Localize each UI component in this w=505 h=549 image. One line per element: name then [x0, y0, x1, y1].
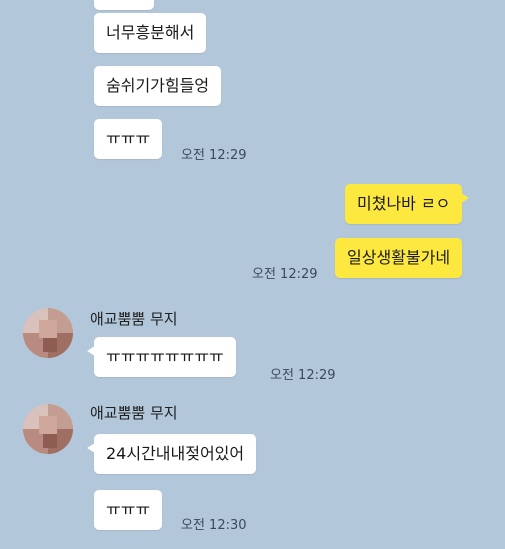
- chat-area: 너무흥분해서 숨쉬기가힘들엉 ㅠㅠㅠ 오전 12:29 미쳤나바 ㄹㅇ 일상생활…: [0, 0, 505, 549]
- message-text: ㅠㅠㅠㅠㅠㅠㅠㅠ: [106, 347, 224, 366]
- message-text: ㅠㅠㅠ: [106, 129, 151, 148]
- sender-name: 애교뿜뿜 무지: [90, 310, 178, 328]
- message-time: 오전 12:30: [181, 518, 247, 533]
- message-text: 미쳤나바 ㄹㅇ: [357, 194, 451, 213]
- message-time: 오전 12:29: [252, 267, 318, 282]
- message-text: 너무흥분해서: [106, 23, 195, 42]
- my-message-bubble: 일상생활불가네: [335, 238, 463, 278]
- message-bubble: ㅠㅠㅠ: [94, 490, 163, 530]
- message-bubble: 너무흥분해서: [94, 13, 207, 53]
- message-bubble: 숨쉬기가힘들엉: [94, 66, 222, 106]
- message-bubble: ㅠㅠㅠ: [94, 119, 163, 159]
- profile-avatar-icon[interactable]: [23, 308, 73, 358]
- message-time: 오전 12:29: [181, 148, 247, 163]
- profile-avatar-icon[interactable]: [23, 404, 73, 454]
- sender-name: 애교뿜뿜 무지: [90, 404, 178, 422]
- message-text: 숨쉬기가힘들엉: [106, 76, 210, 95]
- message-text: ㅠㅠㅠ: [106, 500, 151, 519]
- message-bubble-partial: [94, 0, 154, 10]
- message-bubble: 24시간내내젖어있어: [86, 434, 257, 474]
- message-time: 오전 12:29: [270, 368, 336, 383]
- message-bubble: ㅠㅠㅠㅠㅠㅠㅠㅠ: [87, 337, 236, 377]
- message-text: 24시간내내젖어있어: [106, 444, 245, 463]
- message-text: 일상생활불가네: [347, 248, 451, 267]
- my-message-bubble: 미쳤나바 ㄹㅇ: [345, 184, 470, 224]
